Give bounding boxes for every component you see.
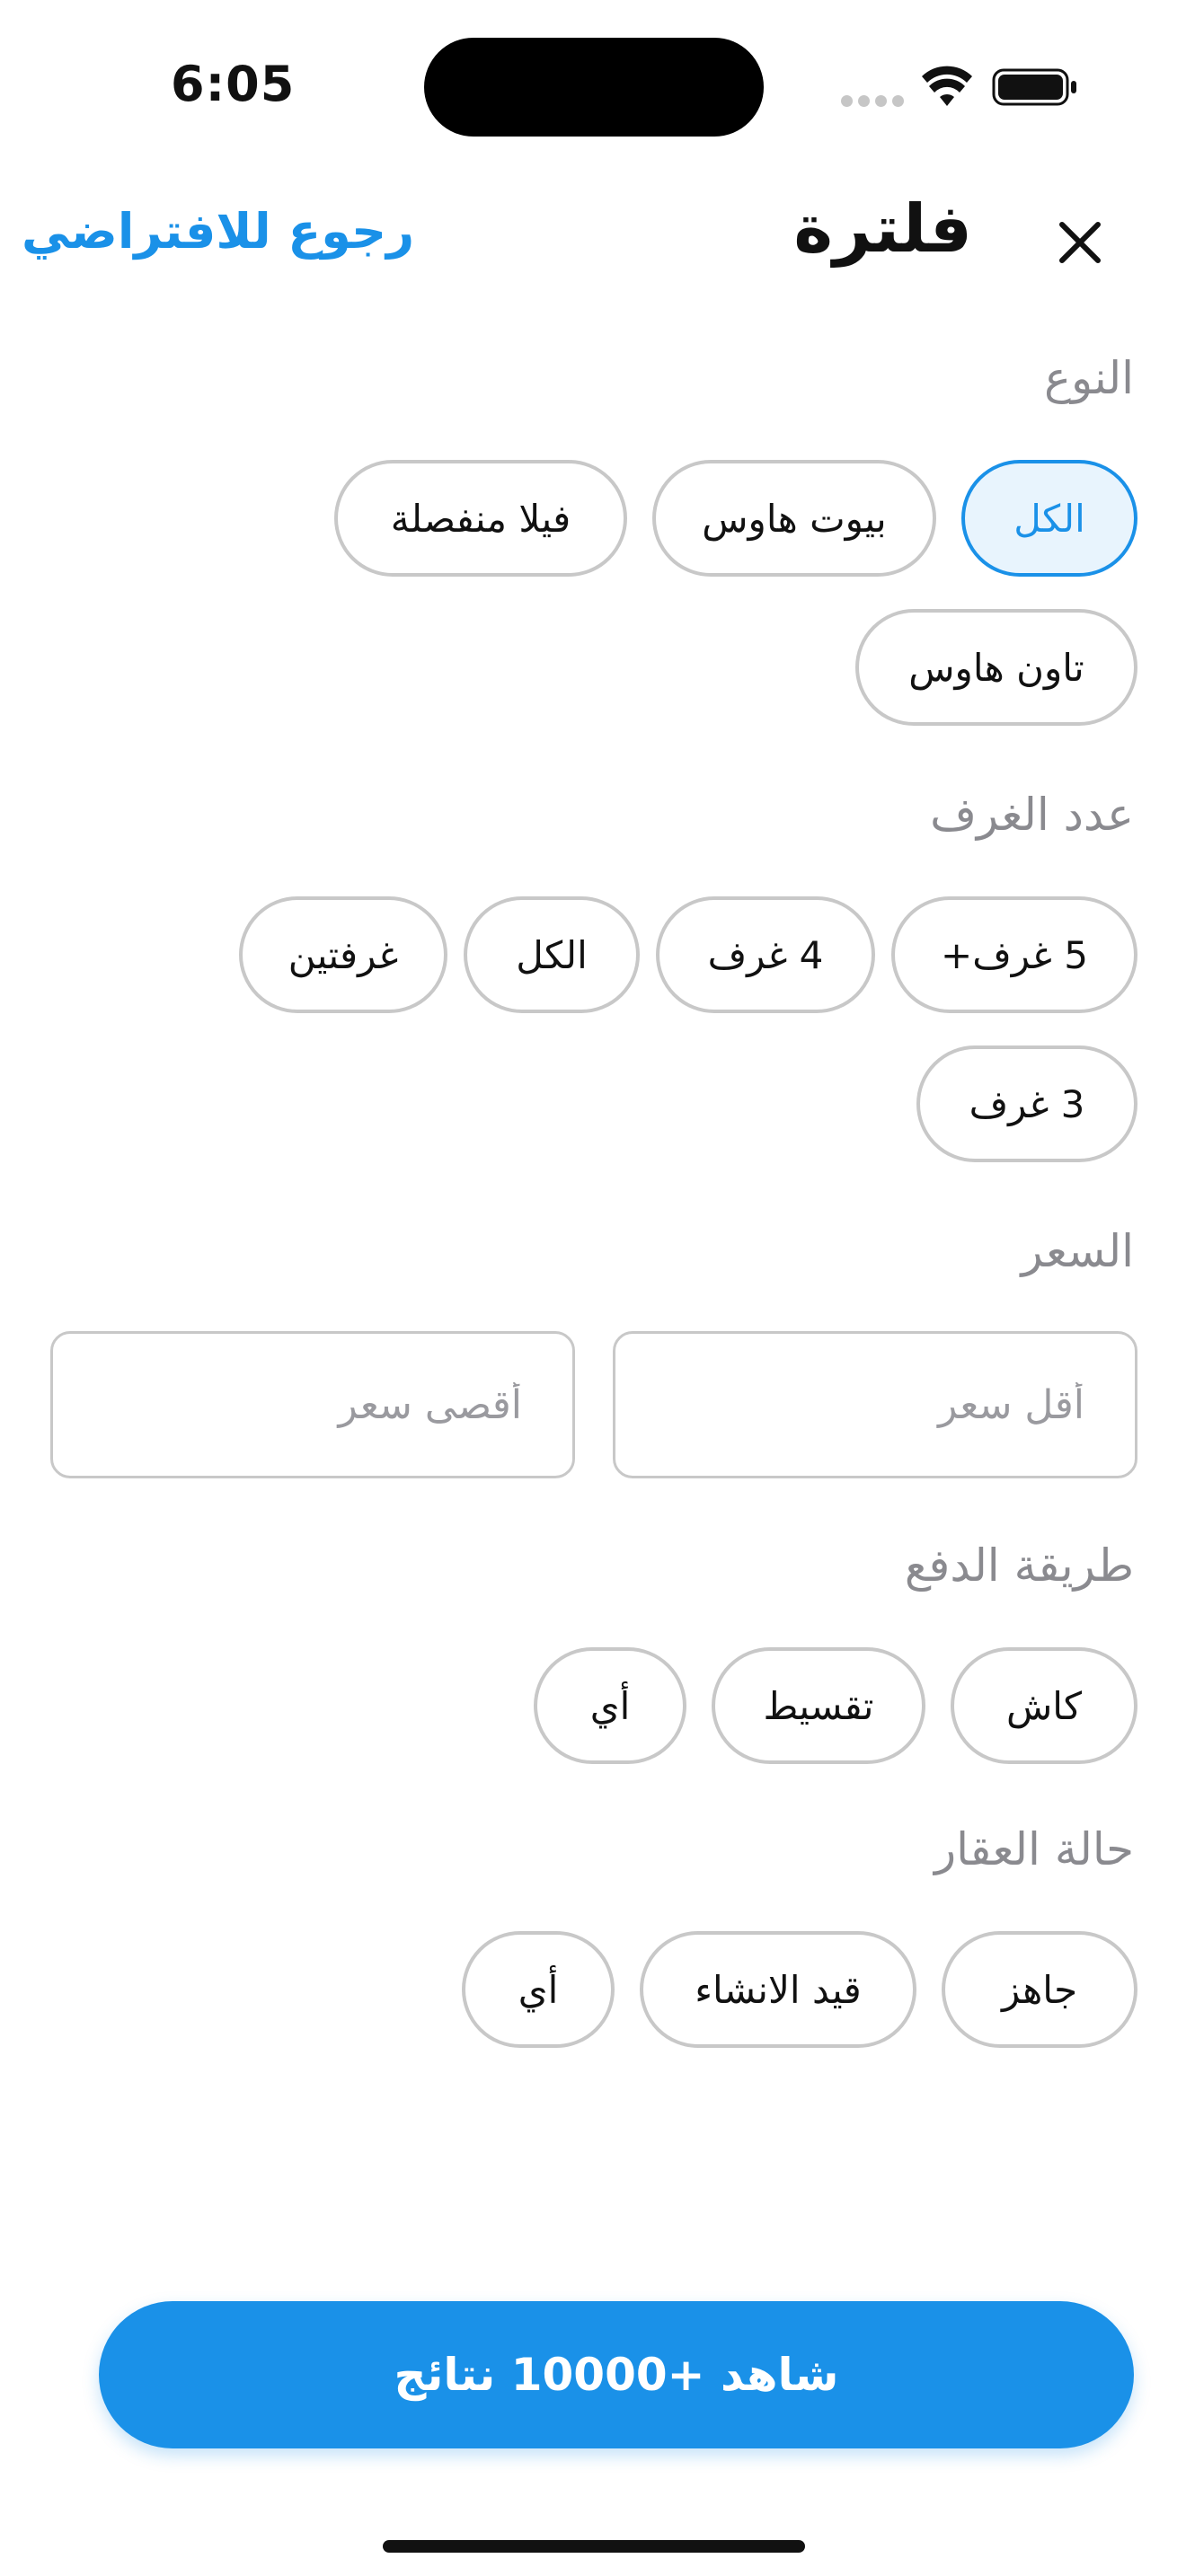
section-heading-rooms: عدد الغرف xyxy=(930,789,1134,841)
status-chip-under-construction[interactable]: قيد الانشاء xyxy=(640,1931,916,2048)
section-heading-type: النوع xyxy=(1044,352,1134,404)
section-heading-property-status: حالة العقار xyxy=(934,1823,1134,1875)
signal-dots-icon xyxy=(841,93,909,110)
payment-chip-installments[interactable]: تقسيط xyxy=(712,1647,925,1764)
rooms-chip-3[interactable]: 3 غرف xyxy=(916,1045,1137,1162)
type-chip-bayout-house[interactable]: بيوت هاوس xyxy=(652,460,936,577)
payment-chip-any[interactable]: أي xyxy=(534,1647,686,1764)
rooms-chip-all[interactable]: الكل xyxy=(464,896,640,1013)
max-price-input[interactable] xyxy=(50,1331,575,1478)
dynamic-island xyxy=(424,38,764,137)
min-price-input[interactable] xyxy=(613,1331,1137,1478)
wifi-icon xyxy=(922,66,972,106)
show-results-button[interactable]: شاهد +10000 نتائج xyxy=(99,2301,1134,2448)
reset-to-default-button[interactable]: رجوع للافتراضي xyxy=(22,203,414,260)
status-chip-ready[interactable]: جاهز xyxy=(942,1931,1137,2048)
battery-icon xyxy=(992,68,1076,106)
rooms-chip-4[interactable]: 4 غرف xyxy=(656,896,875,1013)
type-chip-all[interactable]: الكل xyxy=(961,460,1137,577)
close-icon[interactable] xyxy=(1051,214,1109,271)
type-chip-townhouse[interactable]: تاون هاوس xyxy=(855,609,1137,726)
home-indicator xyxy=(383,2540,805,2553)
rooms-chip-5-plus[interactable]: 5 غرف+ xyxy=(891,896,1137,1013)
section-heading-price: السعر xyxy=(1021,1225,1134,1277)
section-heading-payment: طريقة الدفع xyxy=(904,1539,1134,1592)
type-chip-detached-villa[interactable]: فيلا منفصلة xyxy=(334,460,627,577)
status-chip-any[interactable]: أي xyxy=(462,1931,615,2048)
status-time: 6:05 xyxy=(171,56,296,112)
payment-chip-cash[interactable]: كاش xyxy=(951,1647,1137,1764)
page-title: فلترة xyxy=(793,190,972,268)
rooms-chip-2[interactable]: غرفتين xyxy=(239,896,447,1013)
